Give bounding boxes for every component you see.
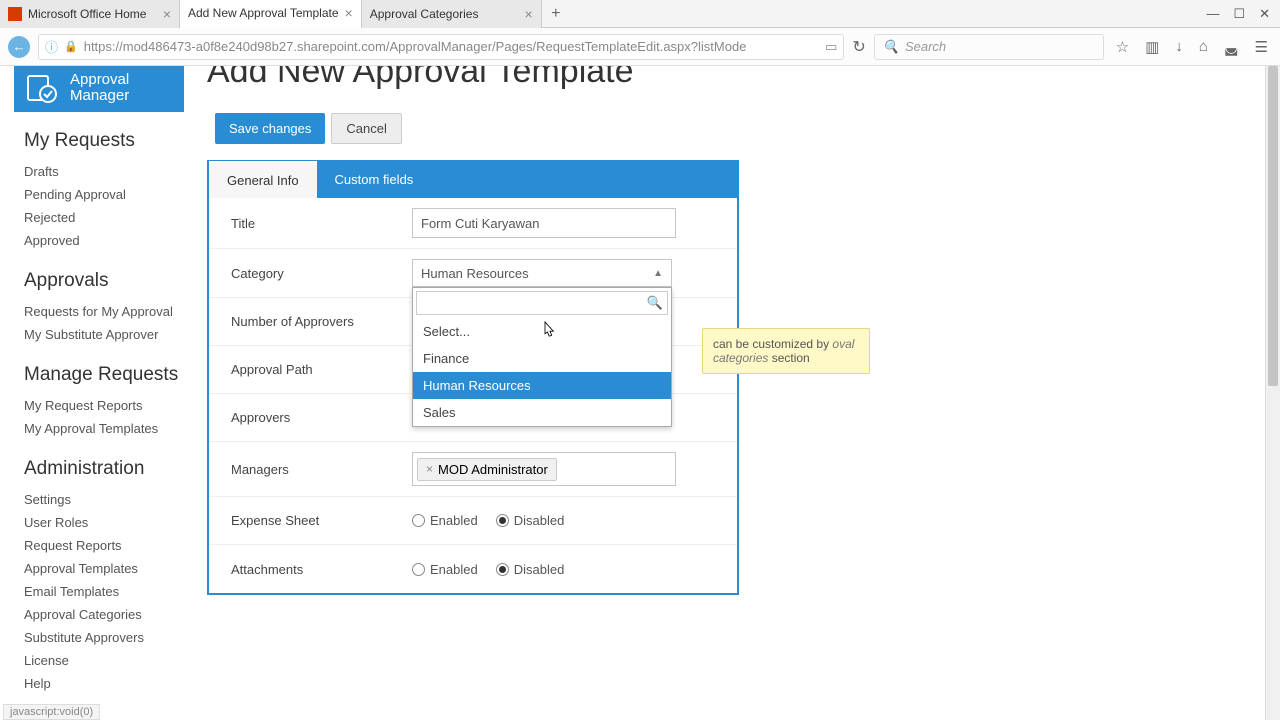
bookmark-icon[interactable]: ☆ [1116,38,1129,56]
managers-field[interactable]: × MOD Administrator [412,452,676,486]
cancel-button[interactable]: Cancel [331,113,401,144]
pocket-icon[interactable]: ◛ [1224,38,1239,56]
browser-tab-office[interactable]: Microsoft Office Home × [0,0,180,28]
category-dropdown: 🔍 Select... Finance Human Resources Sale… [412,287,672,427]
dropdown-search-input[interactable] [421,296,647,310]
category-tooltip: can be customized by oval categories sec… [702,328,870,374]
close-window-icon[interactable]: ✕ [1259,6,1270,22]
sidebar-item-approved[interactable]: Approved [24,229,194,252]
window-controls: — ☐ ✕ [1206,6,1280,22]
office-icon [8,7,22,21]
category-select[interactable]: Human Resources ▲ [412,259,672,287]
app-logo-text: Approval Manager [70,72,129,105]
app-logo-icon [22,68,62,108]
search-field[interactable]: 🔍 Search [874,34,1104,60]
vertical-scrollbar[interactable] [1265,66,1280,720]
title-input[interactable] [412,208,676,238]
lock-icon: 🔒 [64,40,78,53]
sidebar-item-pending[interactable]: Pending Approval [24,183,194,206]
sidebar-item-user-roles[interactable]: User Roles [24,511,194,534]
reader-icon[interactable]: ▭ [825,39,837,55]
library-icon[interactable]: ▥ [1145,38,1159,56]
sidebar-item-admin-request-reports[interactable]: Request Reports [24,534,194,557]
search-icon: 🔍 [647,295,663,311]
chevron-up-icon: ▲ [653,268,663,279]
scroll-thumb[interactable] [1268,66,1278,386]
category-selected-text: Human Resources [421,266,529,281]
sidebar-item-license[interactable]: License [24,649,194,672]
minimize-icon[interactable]: — [1206,6,1219,22]
tab-label: Add New Approval Template [188,6,339,20]
address-bar: ← ⓘ 🔒 https://mod486473-a0f8e240d98b27.s… [0,28,1280,66]
label-managers: Managers [209,448,412,491]
attachments-enabled-radio[interactable]: Enabled [412,562,478,577]
sidebar-head-admin: Administration [24,458,194,480]
sidebar-item-drafts[interactable]: Drafts [24,160,194,183]
browser-tab-categories[interactable]: Approval Categories × [362,0,542,28]
new-tab-button[interactable]: + [542,5,570,23]
url-text: https://mod486473-a0f8e240d98b27.sharepo… [84,39,819,54]
label-approvers: Approvers [209,396,412,439]
label-attachments: Attachments [209,548,412,591]
tab-custom-fields[interactable]: Custom fields [317,162,432,198]
browser-tabs: Microsoft Office Home × Add New Approval… [0,0,1280,28]
tab-label: Microsoft Office Home [28,7,146,21]
manager-token: × MOD Administrator [417,458,557,481]
sidebar-item-help[interactable]: Help [24,672,194,695]
tab-general-info[interactable]: General Info [209,161,317,198]
back-button[interactable]: ← [8,36,30,58]
close-icon[interactable]: × [163,6,171,22]
sidebar-item-rejected[interactable]: Rejected [24,206,194,229]
sidebar-head-approvals: Approvals [24,270,194,292]
sidebar-item-request-reports[interactable]: My Request Reports [24,394,194,417]
tab-label: Approval Categories [370,7,479,21]
sidebar-item-substitute[interactable]: My Substitute Approver [24,323,194,346]
url-field[interactable]: ⓘ 🔒 https://mod486473-a0f8e240d98b27.sha… [38,34,844,60]
sidebar-item-admin-approval-templates[interactable]: Approval Templates [24,557,194,580]
app-logo[interactable]: Approval Manager [14,66,184,112]
status-bar: javascript:void(0) [3,704,100,720]
label-approval-path: Approval Path [209,348,412,391]
sidebar-item-settings[interactable]: Settings [24,488,194,511]
save-button[interactable]: Save changes [215,113,325,144]
info-icon: ⓘ [45,37,58,56]
sidebar-item-approval-categories[interactable]: Approval Categories [24,603,194,626]
sidebar-item-email-templates[interactable]: Email Templates [24,580,194,603]
dropdown-search[interactable]: 🔍 [416,291,668,315]
sidebar-item-substitute-approvers[interactable]: Substitute Approvers [24,626,194,649]
category-option-select[interactable]: Select... [413,318,671,345]
category-option-sales[interactable]: Sales [413,399,671,426]
sidebar-head-my-requests: My Requests [24,130,194,152]
label-num-approvers: Number of Approvers [209,300,412,343]
close-icon[interactable]: × [525,6,533,22]
sidebar: My Requests Drafts Pending Approval Reje… [24,130,194,713]
menu-icon[interactable]: ☰ [1255,38,1268,56]
label-title: Title [209,202,412,245]
sidebar-head-manage: Manage Requests [24,364,194,386]
reload-icon[interactable]: ↻ [852,37,865,57]
download-icon[interactable]: ↓ [1175,38,1183,55]
category-option-hr[interactable]: Human Resources [413,372,671,399]
search-placeholder: Search [905,39,946,54]
search-icon: 🔍 [883,39,899,55]
expense-enabled-radio[interactable]: Enabled [412,513,478,528]
token-label: MOD Administrator [438,462,548,477]
expense-disabled-radio[interactable]: Disabled [496,513,565,528]
label-expense: Expense Sheet [209,499,412,542]
page-title: Add New Approval Template [207,66,1253,91]
attachments-disabled-radio[interactable]: Disabled [496,562,565,577]
browser-tab-add-template[interactable]: Add New Approval Template × [180,0,362,28]
maximize-icon[interactable]: ☐ [1233,6,1245,22]
form-panel: General Info Custom fields Title Categor… [207,160,739,595]
category-option-finance[interactable]: Finance [413,345,671,372]
sidebar-item-requests-for-approval[interactable]: Requests for My Approval [24,300,194,323]
close-icon[interactable]: × [345,5,353,21]
sidebar-item-approval-templates[interactable]: My Approval Templates [24,417,194,440]
token-remove-icon[interactable]: × [426,462,433,476]
label-category: Category [209,252,412,295]
home-icon[interactable]: ⌂ [1199,38,1208,55]
